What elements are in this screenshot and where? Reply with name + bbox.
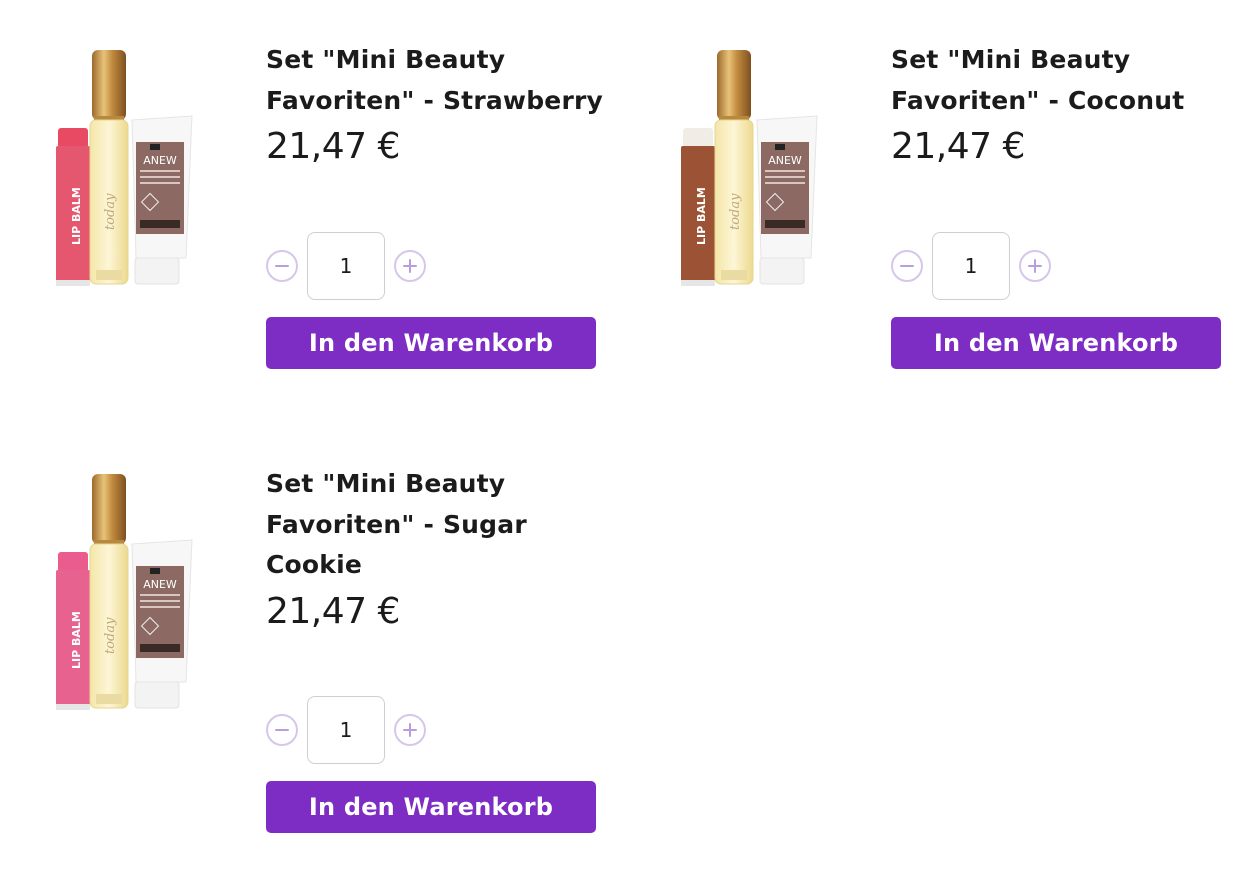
- minus-circle-icon[interactable]: [266, 250, 298, 282]
- lip-balm-cap: [58, 552, 88, 572]
- plus-circle-icon[interactable]: [1019, 250, 1051, 282]
- product-image[interactable]: ANEW LIP BALM today: [665, 40, 845, 300]
- lip-balm-cap: [683, 128, 713, 148]
- svg-text:LIP BALM: LIP BALM: [70, 187, 83, 245]
- quantity-stepper: [266, 696, 426, 764]
- perfume-cap: [92, 474, 126, 544]
- tube-cap: [759, 257, 805, 285]
- product-price: 21,47 €: [266, 590, 400, 632]
- quantity-stepper: [891, 232, 1051, 300]
- svg-text:ANEW: ANEW: [143, 154, 177, 167]
- product-image[interactable]: ANEW LIP BALM today: [40, 40, 220, 300]
- plus-circle-icon[interactable]: [394, 250, 426, 282]
- product-price: 21,47 €: [891, 126, 1025, 167]
- svg-text:today: today: [103, 193, 118, 230]
- minus-circle-icon[interactable]: [266, 714, 298, 746]
- svg-text:today: today: [103, 617, 118, 654]
- quantity-stepper: [266, 232, 426, 300]
- svg-text:LIP BALM: LIP BALM: [70, 611, 83, 669]
- quantity-input[interactable]: [307, 696, 385, 764]
- product-info: Set "Mini Beauty Favoriten" - Coconut 21…: [891, 40, 1250, 169]
- add-to-cart-button[interactable]: In den Warenkorb: [266, 781, 596, 833]
- svg-text:today: today: [728, 193, 743, 230]
- minus-circle-icon[interactable]: [891, 250, 923, 282]
- svg-text:LIP BALM: LIP BALM: [695, 187, 708, 245]
- tube-cap: [134, 257, 180, 285]
- product-info: Set "Mini Beauty Favoriten" - Strawberry…: [266, 40, 626, 169]
- svg-text:ANEW: ANEW: [768, 154, 802, 167]
- product-title[interactable]: Set "Mini Beauty Favoriten" - Sugar Cook…: [266, 464, 626, 586]
- add-to-cart-button[interactable]: In den Warenkorb: [266, 317, 596, 369]
- product-title[interactable]: Set "Mini Beauty Favoriten" - Strawberry: [266, 40, 626, 121]
- lip-balm-cap: [58, 128, 88, 148]
- svg-text:ANEW: ANEW: [143, 578, 177, 591]
- perfume-cap: [92, 50, 126, 120]
- quantity-input[interactable]: [932, 232, 1010, 300]
- quantity-input[interactable]: [307, 232, 385, 300]
- tube-cap: [134, 681, 180, 709]
- product-title[interactable]: Set "Mini Beauty Favoriten" - Coconut: [891, 40, 1250, 121]
- perfume-cap: [717, 50, 751, 120]
- product-image[interactable]: ANEW LIP BALM today: [40, 464, 220, 724]
- product-info: Set "Mini Beauty Favoriten" - Sugar Cook…: [266, 464, 626, 634]
- plus-circle-icon[interactable]: [394, 714, 426, 746]
- product-price: 21,47 €: [266, 126, 400, 167]
- add-to-cart-button[interactable]: In den Warenkorb: [891, 317, 1221, 369]
